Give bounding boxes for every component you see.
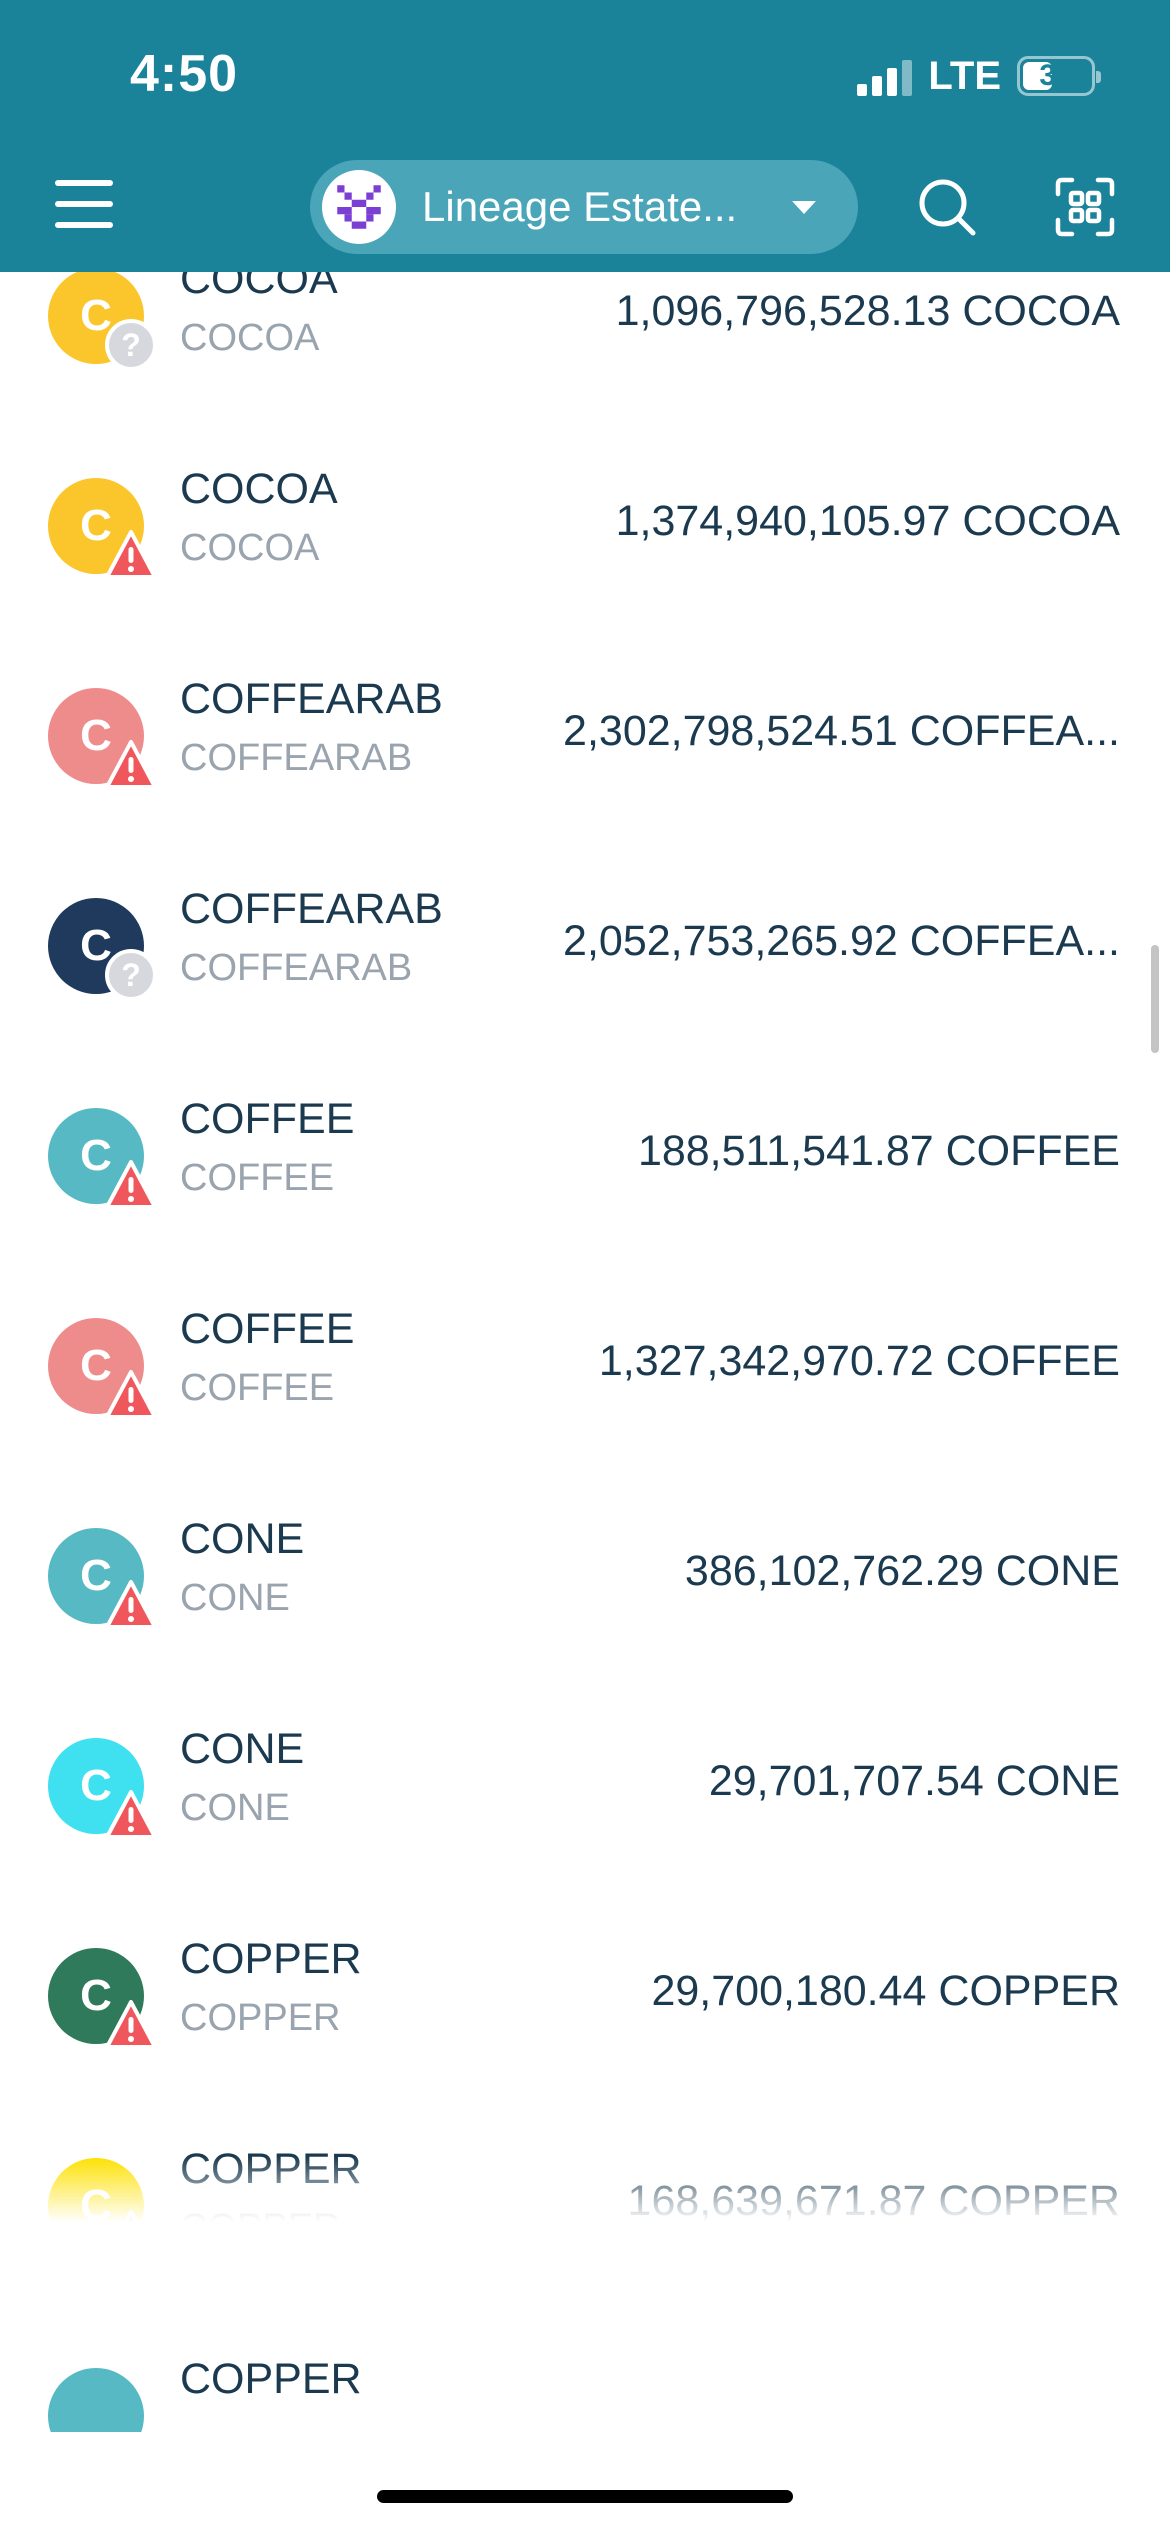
token-row[interactable]: C COCOA COCOA 1,374,940,105.97 COCOA — [0, 417, 1170, 627]
token-row[interactable]: C COPPER COPPER 29,700,180.44 COPPER — [0, 1887, 1170, 2097]
token-balance: 1,327,342,970.72 COFFEE — [598, 1337, 1120, 1385]
home-indicator[interactable] — [377, 2490, 793, 2503]
token-balance: 2,052,753,265.92 COFFEA... — [563, 917, 1120, 965]
token-row[interactable]: C CONE CONE 386,102,762.29 CONE — [0, 1467, 1170, 1677]
warning-icon — [105, 1580, 157, 1629]
token-row[interactable]: COPPER — [0, 2307, 1170, 2432]
token-name: COFFEE — [180, 1305, 355, 1353]
token-name: COFFEE — [180, 1095, 355, 1143]
unknown-token-icon: ? — [105, 949, 157, 1001]
token-symbol: COCOA — [180, 317, 320, 359]
token-symbol: COFFEE — [180, 1367, 335, 1409]
token-symbol: COFFEARAB — [180, 947, 413, 989]
battery-icon: 35 — [1017, 56, 1101, 96]
qr-scan-icon[interactable] — [1054, 176, 1116, 238]
token-symbol: COFFEE — [180, 1157, 335, 1199]
warning-icon — [105, 1160, 157, 1209]
token-symbol: COCOA — [180, 527, 320, 569]
token-name: CONE — [180, 1725, 305, 1773]
token-symbol: COPPER — [180, 1997, 341, 2039]
token-row[interactable]: C? COFFEARAB COFFEARAB 2,052,753,265.92 COF… — [0, 837, 1170, 1047]
token-name: COCOA — [180, 465, 338, 513]
token-balance: 29,701,707.54 CONE — [708, 1757, 1120, 1805]
token-row[interactable]: C CONE CONE 29,701,707.54 CONE — [0, 1677, 1170, 1887]
token-name: COCOA — [180, 272, 338, 303]
signal-icon — [857, 56, 913, 96]
token-balance: 188,511,541.87 COFFEE — [637, 1127, 1120, 1175]
token-list[interactable]: C? COCOA COCOA 1,096,796,528.13 COCOA C COCOA… — [0, 272, 1170, 2432]
search-icon[interactable] — [916, 176, 978, 238]
account-selector[interactable]: Lineage Estate... — [310, 160, 858, 254]
menu-icon[interactable] — [55, 180, 113, 230]
token-name: COPPER — [180, 1935, 362, 1983]
token-name: CONE — [180, 1515, 305, 1563]
token-balance: 2,302,798,524.51 COFFEA... — [563, 707, 1120, 755]
scrollbar[interactable] — [1151, 945, 1159, 1053]
status-time: 4:50 — [130, 45, 239, 103]
token-symbol: CONE — [180, 1577, 290, 1619]
unknown-token-icon: ? — [105, 319, 157, 371]
token-row[interactable]: C COFFEARAB COFFEARAB 2,302,798,524.51 COFF… — [0, 627, 1170, 837]
token-name: COPPER — [180, 2355, 362, 2403]
chevron-down-icon — [792, 200, 816, 214]
app-header: 4:50 LTE 35 Lineage Estate... — [0, 0, 1170, 272]
account-avatar — [322, 170, 396, 244]
token-symbol: COFFEARAB — [180, 737, 413, 779]
token-name: COFFEARAB — [180, 885, 443, 933]
token-row[interactable]: C? COCOA COCOA 1,096,796,528.13 COCOA — [0, 272, 1170, 417]
warning-icon — [105, 530, 157, 579]
status-indicators: LTE 35 — [857, 52, 1101, 100]
battery-percent: 35 — [1039, 59, 1073, 92]
token-name: COFFEARAB — [180, 675, 443, 723]
token-row[interactable]: C COFFEE COFFEE 188,511,541.87 COFFEE — [0, 1047, 1170, 1257]
token-balance: 29,700,180.44 COPPER — [651, 1967, 1120, 2015]
account-identicon-icon — [337, 185, 381, 229]
account-name: Lineage Estate... — [422, 183, 738, 230]
warning-icon — [105, 2000, 157, 2049]
network-label: LTE — [928, 53, 1001, 98]
token-balance: 1,096,796,528.13 COCOA — [615, 287, 1120, 335]
token-balance: 386,102,762.29 CONE — [684, 1547, 1120, 1595]
warning-icon — [105, 1790, 157, 1839]
token-balance: 1,374,940,105.97 COCOA — [615, 497, 1120, 545]
token-icon — [48, 2368, 144, 2432]
warning-icon — [105, 1370, 157, 1419]
warning-icon — [105, 740, 157, 789]
token-symbol: CONE — [180, 1787, 290, 1829]
token-row[interactable]: C COFFEE COFFEE 1,327,342,970.72 COFFEE — [0, 1257, 1170, 1467]
